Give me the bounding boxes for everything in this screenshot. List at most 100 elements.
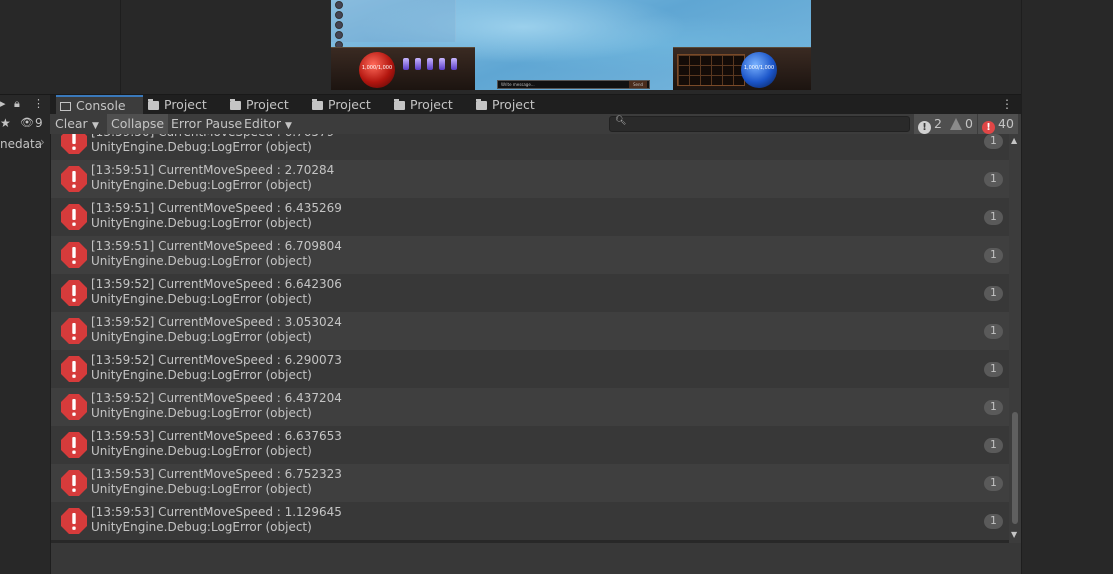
log-entry-row[interactable]: [13:59:51] CurrentMoveSpeed : 6.709804 Un…	[51, 236, 1009, 274]
console-menu-icon[interactable]: ⋮	[1001, 97, 1013, 111]
log-entry-row[interactable]: [13:59:52] CurrentMoveSpeed : 3.053024 Un…	[51, 312, 1009, 350]
tab-label: Console	[76, 98, 126, 113]
log-entry-row[interactable]: [13:59:52] CurrentMoveSpeed : 6.290073 Un…	[51, 350, 1009, 388]
error-icon	[60, 317, 88, 345]
mana-orb: 1,000/1,000	[741, 52, 777, 88]
log-stacktrace: UnityEngine.Debug:LogError (object)	[91, 254, 312, 268]
tab-project-4[interactable]: Project	[390, 95, 453, 115]
tab-console[interactable]: Console	[56, 95, 143, 115]
error-icon	[60, 279, 88, 307]
log-count-badge: 1	[984, 400, 1003, 415]
folder-icon	[230, 99, 241, 110]
play-arrow-icon[interactable]: ▸	[0, 97, 6, 110]
log-stacktrace: UnityEngine.Debug:LogError (object)	[91, 406, 312, 420]
scroll-down-icon[interactable]: ▼	[1011, 530, 1017, 539]
game-view[interactable]: 1,000/1,000 Write message... Send 1,000/…	[331, 0, 811, 90]
tab-project-3[interactable]: Project	[308, 95, 371, 115]
error-icon: !	[982, 121, 995, 134]
hierarchy-item-label[interactable]: nedata	[0, 137, 42, 151]
clear-options-dropdown[interactable]: ▼	[88, 114, 103, 134]
console-log-list[interactable]: [13:59:50] CurrentMoveSpeed : 6.76579 Uni…	[51, 134, 1009, 543]
folder-icon	[394, 99, 405, 110]
error-filter-toggle[interactable]: ! 40	[978, 114, 1018, 134]
info-filter-toggle[interactable]: ! 2	[914, 114, 946, 134]
chat-placeholder: Write message...	[501, 82, 535, 87]
folder-icon	[312, 99, 323, 110]
error-icon	[60, 165, 88, 193]
log-entry-row[interactable]: [13:59:51] CurrentMoveSpeed : 6.435269 Un…	[51, 198, 1009, 236]
error-icon	[60, 507, 88, 535]
skill-slot-grid	[677, 54, 745, 86]
error-icon	[60, 393, 88, 421]
tab-project-5[interactable]: Project	[472, 95, 535, 115]
chevron-down-icon: ▼	[92, 121, 99, 131]
warning-filter-toggle[interactable]: 0	[946, 114, 977, 134]
warning-count: 0	[965, 116, 973, 131]
left-editor-panel	[0, 0, 121, 94]
game-minimap	[331, 0, 456, 42]
log-message: [13:59:52] CurrentMoveSpeed : 3.053024	[91, 315, 342, 329]
scrollbar-thumb[interactable]	[1012, 412, 1018, 524]
log-message: [13:59:50] CurrentMoveSpeed : 6.76579	[91, 134, 334, 139]
tab-label: Project	[410, 97, 453, 112]
log-entry-row[interactable]: [13:59:53] CurrentMoveSpeed : 6.752323 Un…	[51, 464, 1009, 502]
log-count-badge: 1	[984, 438, 1003, 453]
log-entry-row[interactable]: [13:59:53] CurrentMoveSpeed : 1.129645 Un…	[51, 502, 1009, 540]
log-stacktrace: UnityEngine.Debug:LogError (object)	[91, 330, 312, 344]
error-icon	[60, 203, 88, 231]
console-toolbar: ★ 👁︎ 9 Clear ▼ Collapse Error Pause Edit…	[0, 114, 1021, 135]
console-scrollbar[interactable]: ▲ ▼	[1009, 134, 1021, 543]
clear-button[interactable]: Clear	[51, 114, 92, 134]
scroll-up-icon[interactable]: ▲	[1011, 136, 1017, 145]
chat-message-input[interactable]: Write message... Send	[497, 80, 650, 89]
log-message: [13:59:51] CurrentMoveSpeed : 6.435269	[91, 201, 342, 215]
log-count-badge: 1	[984, 134, 1003, 149]
log-message: [13:59:53] CurrentMoveSpeed : 6.752323	[91, 467, 342, 481]
log-stacktrace: UnityEngine.Debug:LogError (object)	[91, 368, 312, 382]
log-count-badge: 1	[984, 362, 1003, 377]
log-stacktrace: UnityEngine.Debug:LogError (object)	[91, 482, 312, 496]
star-icon[interactable]: ★	[0, 116, 11, 130]
log-count-badge: 1	[984, 248, 1003, 263]
log-entry-row[interactable]: [13:59:51] CurrentMoveSpeed : 2.70284 Uni…	[51, 160, 1009, 198]
tab-label: Project	[246, 97, 289, 112]
chat-send-button[interactable]: Send	[629, 81, 647, 88]
right-editor-panel	[1021, 0, 1113, 574]
chevron-down-icon: ▼	[284, 121, 292, 131]
hidden-count: 9	[35, 116, 43, 130]
log-entry-row[interactable]: [13:59:50] CurrentMoveSpeed : 6.76579Uni…	[51, 134, 1009, 160]
folder-icon	[148, 99, 159, 110]
console-icon	[60, 102, 71, 111]
warning-icon	[950, 118, 962, 130]
collapse-toggle[interactable]: Collapse	[107, 114, 169, 134]
mp-text: 1,000/1,000	[743, 65, 775, 71]
log-message: [13:59:52] CurrentMoveSpeed : 6.642306	[91, 277, 342, 291]
editor-dropdown[interactable]: Editor ▼	[240, 114, 296, 134]
editor-label: Editor	[244, 116, 281, 131]
log-message: [13:59:51] CurrentMoveSpeed : 6.709804	[91, 239, 342, 253]
hud-right-frame: 1,000/1,000	[673, 47, 811, 90]
potion-slots	[403, 58, 473, 72]
info-count: 2	[934, 116, 942, 131]
log-count-badge: 1	[984, 324, 1003, 339]
hierarchy-panel: nedata ›	[0, 134, 51, 574]
kebab-menu-icon[interactable]: ⋮	[33, 97, 44, 110]
error-icon	[60, 469, 88, 497]
log-stacktrace: UnityEngine.Debug:LogError (object)	[91, 444, 312, 458]
lock-icon[interactable]: 🔒︎	[14, 97, 20, 111]
log-stacktrace: UnityEngine.Debug:LogError (object)	[91, 292, 312, 306]
log-count-badge: 1	[984, 286, 1003, 301]
console-detail-area	[51, 543, 1021, 574]
error-pause-toggle[interactable]: Error Pause	[167, 114, 246, 134]
eye-hidden-icon[interactable]: 👁︎	[20, 116, 34, 129]
chevron-right-icon[interactable]: ›	[40, 135, 45, 149]
folder-icon	[476, 99, 487, 110]
hierarchy-toolbar: ★ 👁︎ 9	[0, 114, 50, 134]
search-input[interactable]: 🔍︎	[609, 116, 910, 132]
tab-project-2[interactable]: Project	[226, 95, 289, 115]
log-entry-row[interactable]: [13:59:52] CurrentMoveSpeed : 6.642306 Un…	[51, 274, 1009, 312]
tab-project-1[interactable]: Project	[144, 95, 207, 115]
game-hud: 1,000/1,000 Write message... Send 1,000/…	[331, 44, 811, 90]
log-entry-row[interactable]: [13:59:53] CurrentMoveSpeed : 6.637653 Un…	[51, 426, 1009, 464]
log-entry-row[interactable]: [13:59:52] CurrentMoveSpeed : 6.437204 Un…	[51, 388, 1009, 426]
